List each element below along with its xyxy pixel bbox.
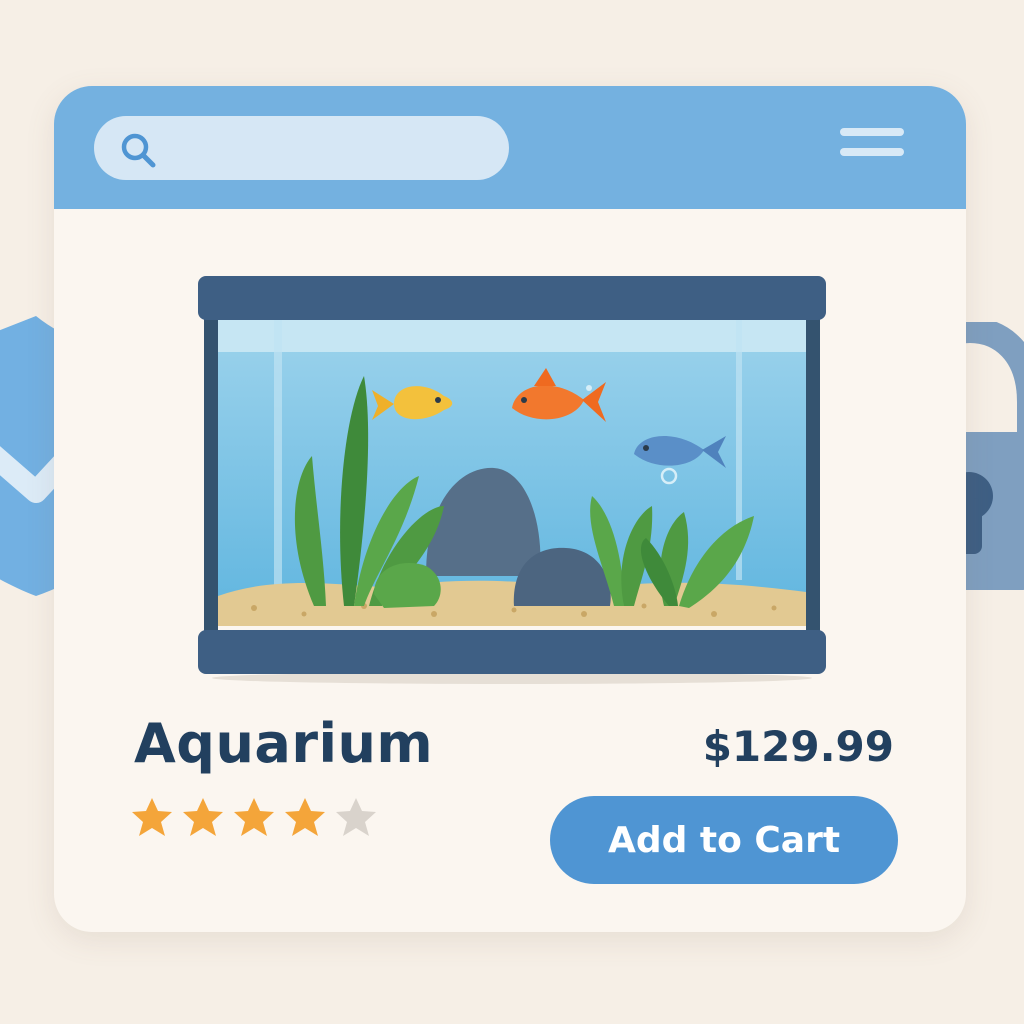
star-empty-icon: [336, 798, 376, 836]
star-filled-icon: [285, 798, 325, 836]
product-title: Aquarium: [134, 712, 434, 775]
star-filled-icon: [132, 798, 172, 836]
search-bar[interactable]: [94, 116, 509, 182]
add-to-cart-button[interactable]: Add to Cart: [550, 796, 898, 884]
star-filled-icon: [183, 798, 223, 836]
product-image: [198, 276, 826, 684]
top-bar: [54, 86, 966, 209]
search-input[interactable]: [170, 116, 494, 182]
product-price: $129.99: [702, 722, 894, 771]
hamburger-menu-icon[interactable]: [840, 126, 906, 166]
search-icon[interactable]: [118, 130, 158, 170]
browser-window: Aquarium $129.99 Add to Cart: [54, 86, 966, 932]
star-filled-icon: [234, 798, 274, 836]
